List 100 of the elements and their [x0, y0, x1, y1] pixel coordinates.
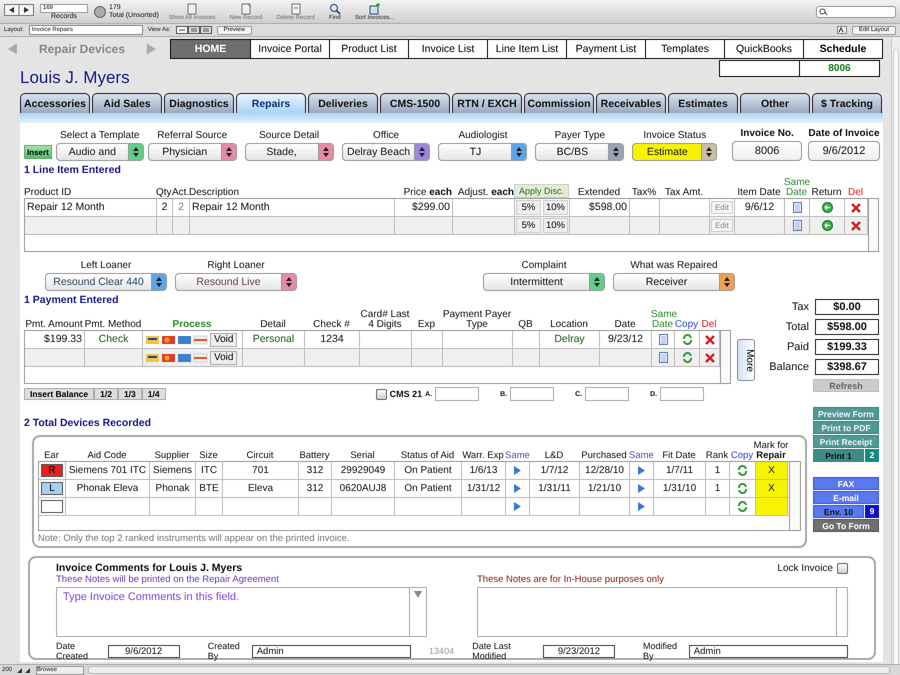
- discount-button[interactable]: 10%: [543, 218, 568, 233]
- input-field[interactable]: [435, 387, 480, 401]
- discount-button[interactable]: 5%: [516, 200, 541, 215]
- discount-button[interactable]: 10%: [543, 200, 568, 215]
- horizontal-scrollbar[interactable]: [88, 666, 890, 674]
- dropdown-field[interactable]: Estimate: [632, 143, 718, 161]
- discount-button[interactable]: 5%: [516, 218, 541, 233]
- tab[interactable]: Aid Sales: [92, 93, 162, 113]
- nav-button[interactable]: Product List: [329, 40, 408, 58]
- ear-button[interactable]: R: [41, 464, 63, 477]
- date-modified-field[interactable]: 9/23/2012: [542, 644, 616, 658]
- envelope-count[interactable]: 9: [865, 505, 879, 518]
- checkbox[interactable]: [837, 562, 848, 574]
- modified-by-field[interactable]: Admin: [688, 644, 848, 658]
- dropdown-field[interactable]: Audio and: [56, 143, 144, 161]
- invoice-number-field[interactable]: 8006: [732, 141, 802, 161]
- dropdown-field[interactable]: TJ: [438, 143, 528, 161]
- dropdown-field[interactable]: Resound Live: [175, 273, 297, 291]
- copy-icon[interactable]: [737, 483, 748, 494]
- input-field[interactable]: [660, 387, 704, 401]
- dropdown-field[interactable]: Intermittent: [483, 273, 605, 291]
- credit-cards-drawing[interactable]: [146, 352, 208, 362]
- calendar-icon[interactable]: [658, 352, 668, 363]
- tab[interactable]: Receivables: [596, 93, 666, 113]
- ear-button[interactable]: L: [41, 482, 63, 495]
- dropdown-field[interactable]: Receiver: [613, 273, 735, 291]
- tab[interactable]: $ Tracking: [812, 93, 882, 113]
- record-navigator-icon[interactable]: [4, 4, 34, 19]
- return-icon[interactable]: [822, 220, 832, 231]
- search-field[interactable]: [816, 6, 896, 18]
- apply-discount-button[interactable]: Apply Disc.: [514, 184, 569, 198]
- invoice-date-field[interactable]: 9/6/2012: [808, 141, 880, 161]
- tab[interactable]: CMS-1500: [380, 93, 450, 113]
- dropdown-field[interactable]: Resound Clear 440: [45, 273, 167, 291]
- calendar-icon[interactable]: [792, 220, 802, 231]
- return-icon[interactable]: [822, 202, 832, 213]
- nav-button[interactable]: HOME: [171, 40, 250, 58]
- tab[interactable]: Repairs: [236, 93, 306, 113]
- copy-icon[interactable]: [682, 334, 692, 345]
- tab[interactable]: RTN / EXCH: [452, 93, 522, 113]
- dropdown-field[interactable]: Physician: [148, 143, 237, 161]
- input-field[interactable]: [510, 387, 554, 401]
- tab[interactable]: Commission: [524, 93, 594, 113]
- copy-icon[interactable]: [737, 465, 748, 476]
- column-header: Serial: [349, 450, 376, 461]
- nav-button[interactable]: Schedule: [803, 40, 882, 58]
- print-count[interactable]: 2: [865, 449, 879, 462]
- text-size-icon[interactable]: [836, 26, 847, 34]
- nav-button[interactable]: Line Item List: [487, 40, 566, 58]
- tab[interactable]: Accessories: [20, 93, 90, 113]
- refresh-button[interactable]: Refresh: [813, 379, 879, 392]
- delete-icon[interactable]: [704, 352, 714, 362]
- nav-button[interactable]: Invoice Portal: [250, 40, 330, 58]
- delete-icon[interactable]: [704, 334, 714, 344]
- scrollbar[interactable]: [868, 199, 878, 251]
- dropdown-field[interactable]: Stade,: [244, 143, 334, 161]
- tab[interactable]: Diagnostics: [164, 93, 234, 113]
- void-button[interactable]: Void: [210, 332, 238, 346]
- comments-field[interactable]: Type Invoice Comments in this field.: [56, 587, 409, 637]
- scrollbar[interactable]: [409, 587, 427, 637]
- down-arrow-icon[interactable]: [414, 591, 422, 598]
- dropdown-field[interactable]: BC/BS: [535, 143, 624, 161]
- calendar-icon[interactable]: [792, 202, 802, 213]
- send-button[interactable]: FAX: [813, 477, 879, 490]
- scrollbar[interactable]: [720, 331, 730, 383]
- date-created-field[interactable]: 9/6/2012: [108, 644, 180, 658]
- void-button[interactable]: Void: [210, 350, 238, 364]
- more-button[interactable]: More: [737, 339, 755, 381]
- zoom-icon[interactable]: [16, 666, 32, 674]
- credit-cards-drawing[interactable]: [146, 334, 208, 344]
- scrollbar[interactable]: [836, 587, 848, 637]
- split-button[interactable]: 1/3: [118, 388, 142, 400]
- created-by-field[interactable]: Admin: [252, 644, 411, 658]
- go-to-form-button[interactable]: Go To Form: [813, 519, 879, 532]
- insert-button[interactable]: Insert: [24, 145, 52, 159]
- nav-button[interactable]: QuickBooks: [724, 40, 804, 58]
- split-button[interactable]: Insert Balance: [24, 388, 94, 400]
- calendar-icon[interactable]: [658, 334, 668, 345]
- tab[interactable]: Other: [740, 93, 810, 113]
- delete-icon[interactable]: [851, 202, 861, 212]
- envelope-button[interactable]: Env. 10: [813, 505, 864, 518]
- nav-button[interactable]: Invoice List: [408, 40, 488, 58]
- split-button[interactable]: 1/4: [142, 388, 166, 400]
- copy-icon[interactable]: [682, 352, 692, 363]
- ear-button[interactable]: [41, 500, 63, 513]
- copy-icon[interactable]: [737, 501, 748, 512]
- tab[interactable]: Estimates: [668, 93, 738, 113]
- input-field[interactable]: [585, 387, 630, 401]
- view-mode-icon[interactable]: [176, 26, 212, 34]
- scrollbar[interactable]: [789, 462, 800, 530]
- checkbox[interactable]: [376, 388, 387, 400]
- dropdown-field[interactable]: Delray Beach: [342, 143, 430, 161]
- nav-button[interactable]: Payment List: [566, 40, 646, 58]
- notes-field[interactable]: [477, 587, 836, 637]
- tab[interactable]: Deliveries: [308, 93, 378, 113]
- send-button[interactable]: E-mail: [813, 491, 879, 504]
- delete-icon[interactable]: [851, 220, 861, 230]
- split-button[interactable]: 1/2: [94, 388, 118, 400]
- print-button[interactable]: Print 1: [813, 449, 864, 462]
- nav-button[interactable]: Templates: [645, 40, 724, 58]
